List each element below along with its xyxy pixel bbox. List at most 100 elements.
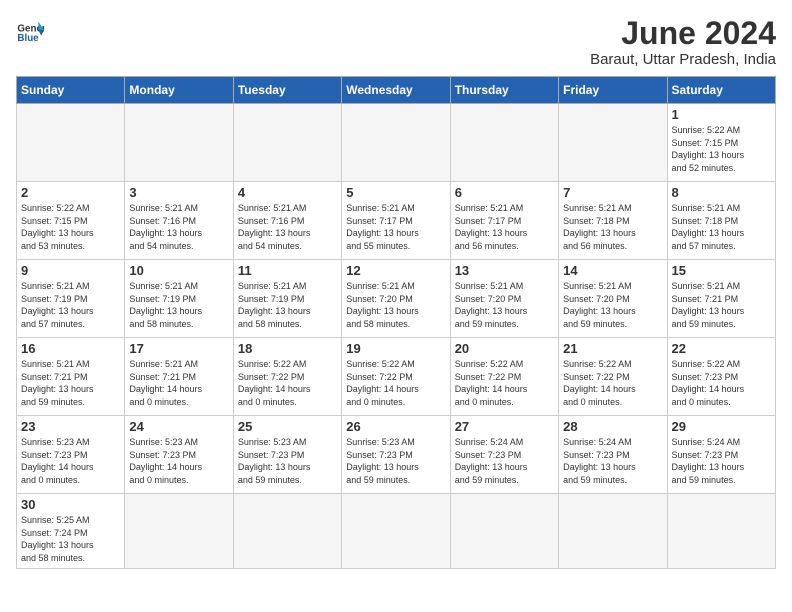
calendar-table: Sunday Monday Tuesday Wednesday Thursday… <box>16 76 776 568</box>
calendar-cell: 18 Sunrise: 5:22 AM Sunset: 7:22 PM Dayli… <box>233 338 341 416</box>
svg-text:Blue: Blue <box>17 33 39 44</box>
day-info: Sunrise: 5:23 AM Sunset: 7:23 PM Dayligh… <box>346 436 445 486</box>
day-info: Sunrise: 5:21 AM Sunset: 7:17 PM Dayligh… <box>455 202 554 252</box>
day-number: 15 <box>672 263 771 278</box>
day-info: Sunrise: 5:21 AM Sunset: 7:20 PM Dayligh… <box>455 280 554 330</box>
calendar-cell <box>667 494 775 568</box>
day-number: 1 <box>672 107 771 122</box>
calendar-cell: 28 Sunrise: 5:24 AM Sunset: 7:23 PM Dayli… <box>559 416 667 494</box>
header-monday: Monday <box>125 77 233 104</box>
day-info: Sunrise: 5:21 AM Sunset: 7:21 PM Dayligh… <box>672 280 771 330</box>
day-number: 24 <box>129 419 228 434</box>
day-info: Sunrise: 5:22 AM Sunset: 7:23 PM Dayligh… <box>672 358 771 408</box>
day-number: 22 <box>672 341 771 356</box>
day-number: 26 <box>346 419 445 434</box>
calendar-cell: 4Sunrise: 5:21 AM Sunset: 7:16 PM Daylig… <box>233 182 341 260</box>
day-info: Sunrise: 5:21 AM Sunset: 7:21 PM Dayligh… <box>21 358 120 408</box>
calendar-cell: 8Sunrise: 5:21 AM Sunset: 7:18 PM Daylig… <box>667 182 775 260</box>
day-number: 19 <box>346 341 445 356</box>
calendar-cell: 3Sunrise: 5:21 AM Sunset: 7:16 PM Daylig… <box>125 182 233 260</box>
day-info: Sunrise: 5:23 AM Sunset: 7:23 PM Dayligh… <box>238 436 337 486</box>
calendar-cell: 24 Sunrise: 5:23 AM Sunset: 7:23 PM Dayli… <box>125 416 233 494</box>
calendar-cell: 23 Sunrise: 5:23 AM Sunset: 7:23 PM Dayli… <box>17 416 125 494</box>
day-number: 3 <box>129 185 228 200</box>
calendar-cell: 6 Sunrise: 5:21 AM Sunset: 7:17 PM Daylig… <box>450 182 558 260</box>
day-number: 27 <box>455 419 554 434</box>
day-number: 29 <box>672 419 771 434</box>
day-info: Sunrise: 5:21 AM Sunset: 7:19 PM Dayligh… <box>238 280 337 330</box>
calendar-cell: 13 Sunrise: 5:21 AM Sunset: 7:20 PM Dayli… <box>450 260 558 338</box>
calendar-cell <box>559 104 667 182</box>
day-number: 11 <box>238 263 337 278</box>
calendar-cell: 10 Sunrise: 5:21 AM Sunset: 7:19 PM Dayli… <box>125 260 233 338</box>
header-saturday: Saturday <box>667 77 775 104</box>
calendar-cell: 1 Sunrise: 5:22 AM Sunset: 7:15 PM Daylig… <box>667 104 775 182</box>
calendar-cell: 11 Sunrise: 5:21 AM Sunset: 7:19 PM Dayli… <box>233 260 341 338</box>
calendar-title: June 2024 <box>590 16 776 51</box>
calendar-cell <box>125 104 233 182</box>
day-number: 12 <box>346 263 445 278</box>
calendar-cell: 25Sunrise: 5:23 AM Sunset: 7:23 PM Dayli… <box>233 416 341 494</box>
day-info: Sunrise: 5:21 AM Sunset: 7:19 PM Dayligh… <box>129 280 228 330</box>
calendar-cell: 26 Sunrise: 5:23 AM Sunset: 7:23 PM Dayli… <box>342 416 450 494</box>
calendar-cell: 29Sunrise: 5:24 AM Sunset: 7:23 PM Dayli… <box>667 416 775 494</box>
day-number: 30 <box>21 497 120 512</box>
day-info: Sunrise: 5:21 AM Sunset: 7:16 PM Dayligh… <box>238 202 337 252</box>
calendar-cell <box>450 104 558 182</box>
header-friday: Friday <box>559 77 667 104</box>
day-number: 28 <box>563 419 662 434</box>
calendar-cell: 22 Sunrise: 5:22 AM Sunset: 7:23 PM Dayli… <box>667 338 775 416</box>
calendar-cell: 5Sunrise: 5:21 AM Sunset: 7:17 PM Daylig… <box>342 182 450 260</box>
day-info: Sunrise: 5:24 AM Sunset: 7:23 PM Dayligh… <box>455 436 554 486</box>
calendar-cell: 17 Sunrise: 5:21 AM Sunset: 7:21 PM Dayli… <box>125 338 233 416</box>
day-number: 14 <box>563 263 662 278</box>
calendar-cell: 20 Sunrise: 5:22 AM Sunset: 7:22 PM Dayli… <box>450 338 558 416</box>
day-number: 20 <box>455 341 554 356</box>
logo: General Blue <box>16 16 44 44</box>
day-number: 13 <box>455 263 554 278</box>
day-number: 6 <box>455 185 554 200</box>
day-number: 18 <box>238 341 337 356</box>
day-info: Sunrise: 5:25 AM Sunset: 7:24 PM Dayligh… <box>21 514 120 564</box>
calendar-cell: 15 Sunrise: 5:21 AM Sunset: 7:21 PM Dayli… <box>667 260 775 338</box>
day-number: 2 <box>21 185 120 200</box>
calendar-cell <box>17 104 125 182</box>
day-info: Sunrise: 5:22 AM Sunset: 7:22 PM Dayligh… <box>455 358 554 408</box>
day-info: Sunrise: 5:21 AM Sunset: 7:21 PM Dayligh… <box>129 358 228 408</box>
calendar-cell <box>342 494 450 568</box>
day-info: Sunrise: 5:21 AM Sunset: 7:20 PM Dayligh… <box>346 280 445 330</box>
day-info: Sunrise: 5:23 AM Sunset: 7:23 PM Dayligh… <box>129 436 228 486</box>
calendar-cell: 14 Sunrise: 5:21 AM Sunset: 7:20 PM Dayli… <box>559 260 667 338</box>
day-number: 16 <box>21 341 120 356</box>
logo-icon: General Blue <box>16 16 44 44</box>
calendar-cell: 7Sunrise: 5:21 AM Sunset: 7:18 PM Daylig… <box>559 182 667 260</box>
day-info: Sunrise: 5:22 AM Sunset: 7:15 PM Dayligh… <box>672 124 771 174</box>
header-thursday: Thursday <box>450 77 558 104</box>
day-info: Sunrise: 5:23 AM Sunset: 7:23 PM Dayligh… <box>21 436 120 486</box>
calendar-cell <box>233 104 341 182</box>
header-tuesday: Tuesday <box>233 77 341 104</box>
day-info: Sunrise: 5:22 AM Sunset: 7:15 PM Dayligh… <box>21 202 120 252</box>
day-number: 17 <box>129 341 228 356</box>
calendar-cell <box>125 494 233 568</box>
day-number: 23 <box>21 419 120 434</box>
calendar-cell: 2 Sunrise: 5:22 AM Sunset: 7:15 PM Daylig… <box>17 182 125 260</box>
calendar-cell: 27 Sunrise: 5:24 AM Sunset: 7:23 PM Dayli… <box>450 416 558 494</box>
calendar-cell: 19Sunrise: 5:22 AM Sunset: 7:22 PM Dayli… <box>342 338 450 416</box>
day-info: Sunrise: 5:24 AM Sunset: 7:23 PM Dayligh… <box>563 436 662 486</box>
calendar-cell: 12 Sunrise: 5:21 AM Sunset: 7:20 PM Dayli… <box>342 260 450 338</box>
page-header: General Blue June 2024 Baraut, Uttar Pra… <box>16 16 776 68</box>
day-info: Sunrise: 5:21 AM Sunset: 7:19 PM Dayligh… <box>21 280 120 330</box>
day-info: Sunrise: 5:21 AM Sunset: 7:20 PM Dayligh… <box>563 280 662 330</box>
weekday-header-row: Sunday Monday Tuesday Wednesday Thursday… <box>17 77 776 104</box>
day-number: 21 <box>563 341 662 356</box>
calendar-cell: 30 Sunrise: 5:25 AM Sunset: 7:24 PM Dayli… <box>17 494 125 568</box>
title-area: June 2024 Baraut, Uttar Pradesh, India <box>590 16 776 68</box>
day-number: 5 <box>346 185 445 200</box>
day-info: Sunrise: 5:22 AM Sunset: 7:22 PM Dayligh… <box>238 358 337 408</box>
calendar-cell <box>233 494 341 568</box>
calendar-cell: 9Sunrise: 5:21 AM Sunset: 7:19 PM Daylig… <box>17 260 125 338</box>
day-info: Sunrise: 5:22 AM Sunset: 7:22 PM Dayligh… <box>563 358 662 408</box>
day-number: 10 <box>129 263 228 278</box>
header-wednesday: Wednesday <box>342 77 450 104</box>
